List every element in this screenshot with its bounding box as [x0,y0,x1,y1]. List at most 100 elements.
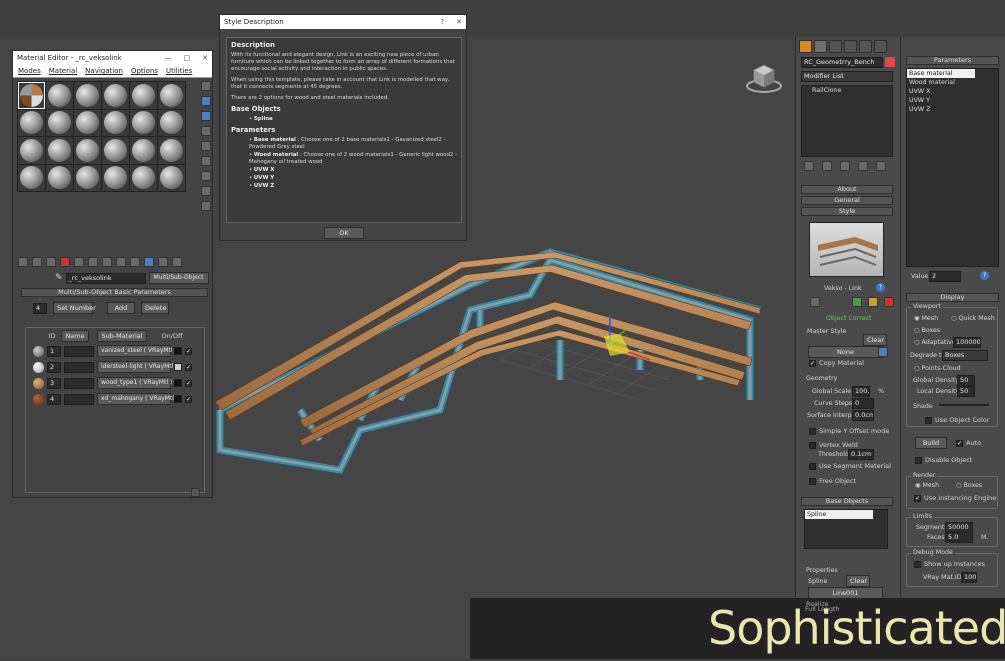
help-icon[interactable]: ? [876,283,885,292]
vertex-weld-checkbox[interactable] [809,441,816,449]
base-objects-rollout[interactable]: Base Objects [801,497,893,506]
disable-object-checkbox[interactable] [915,456,922,464]
background-icon[interactable] [201,111,211,121]
name-header[interactable]: Name [61,330,89,342]
backlight-icon[interactable] [201,96,211,106]
material-slot[interactable] [102,109,129,136]
multi-sub-rollout[interactable]: Multi/Sub-Object Basic Parameters [21,288,208,297]
options-icon[interactable] [201,171,211,181]
import-style-icon[interactable] [852,297,862,307]
make-unique-icon[interactable] [840,161,850,171]
sub-onoff-checkbox[interactable]: ✓ [185,347,192,355]
close-icon[interactable]: ✕ [456,18,462,26]
adaptative-field[interactable]: 100000 [953,337,981,348]
render-boxes-radio[interactable]: ○ Boxes [956,482,982,489]
reset-map-icon[interactable] [60,257,70,267]
points-cloud-radio[interactable]: ○ Points-Cloud [914,365,961,372]
surface-interp-field[interactable]: 0.0cm [852,410,874,421]
material-slot[interactable] [158,109,185,136]
mesh-radio[interactable]: ◉ Mesh [914,315,938,322]
material-slot[interactable] [46,137,73,164]
put-to-library-icon[interactable] [102,257,112,267]
sub-id[interactable]: 1 [47,345,61,357]
material-slot[interactable] [102,164,129,191]
sub-color[interactable] [174,363,182,371]
export-style-icon[interactable] [868,297,878,307]
set-number-button[interactable]: Set Number [53,302,96,314]
sub-onoff-checkbox[interactable]: ✓ [185,379,192,387]
instancing-checkbox[interactable]: ✓ [914,494,921,502]
global-density-field[interactable]: 50 [957,375,975,386]
select-by-material-icon[interactable] [201,186,211,196]
edit-style-icon[interactable] [810,297,820,307]
make-preview-icon[interactable] [201,156,211,166]
master-style-button[interactable]: None [808,346,883,358]
utilities-tab-icon[interactable] [874,40,887,53]
sub-name[interactable] [64,361,94,373]
degrade-dropdown[interactable]: Boxes [942,350,988,361]
show-instances-checkbox[interactable] [914,560,921,568]
simple-y-checkbox[interactable] [809,427,816,435]
param-item[interactable]: Wood material [907,78,998,87]
sub-id[interactable]: 4 [47,393,61,405]
display-rollout[interactable]: Display [906,293,999,302]
sample-type-icon[interactable] [201,81,211,91]
show-end-result-icon[interactable] [144,257,154,267]
hierarchy-tab-icon[interactable] [829,40,842,53]
close-icon[interactable]: ✕ [202,54,208,62]
material-type-button[interactable]: Multi/Sub-Object [148,272,209,284]
remove-style-icon[interactable] [884,297,894,307]
global-scale-field[interactable]: 100.0 [852,386,870,397]
material-slot[interactable] [130,137,157,164]
param-item[interactable]: UVW Y [907,96,998,105]
menu-options[interactable]: Options [131,67,158,75]
material-slot[interactable] [74,82,101,109]
prop-clear-button[interactable]: Clear [846,575,870,587]
go-to-parent-icon[interactable] [158,257,168,267]
pick-icon[interactable] [878,347,888,357]
material-slot[interactable] [130,164,157,191]
material-slot[interactable] [158,137,185,164]
material-name-field[interactable]: _rc_veksolink [65,272,146,284]
sub-name[interactable] [64,393,94,405]
remove-modifier-icon[interactable] [858,161,868,171]
uv-tiling-icon[interactable] [201,126,211,136]
use-object-color-checkbox[interactable] [925,416,932,424]
material-slot[interactable] [46,82,73,109]
sub-name[interactable] [64,345,94,357]
param-item[interactable]: Base material [907,69,975,78]
modify-tab-icon[interactable] [814,40,827,53]
show-end-result-icon[interactable] [822,161,832,171]
value-field[interactable]: 2 [929,271,961,282]
minimize-icon[interactable]: — [165,54,172,62]
add-button[interactable]: Add [107,302,135,314]
maximize-icon[interactable]: □ [184,54,191,62]
material-editor-titlebar[interactable]: Material Editor - _rc_veksolink — □ ✕ [13,51,212,65]
threshold-field[interactable]: 0.1cm [848,449,874,460]
navigator-icon[interactable] [201,201,211,211]
auto-checkbox[interactable]: ✓ [956,439,963,447]
material-slot[interactable] [18,164,45,191]
shade-slider[interactable] [939,404,989,406]
sub-material-button[interactable]: idersteel-light ( VRayMtl ) [97,361,178,373]
vray-matid-field[interactable]: 100 [961,572,977,583]
eyedropper-icon[interactable]: ✎ [55,273,63,283]
parameters-rollout[interactable]: Parameters [906,56,999,65]
object-name-field[interactable]: RC_Geometrry_Bench [801,57,883,68]
modifier-list-dropdown[interactable]: Modifier List [801,71,893,82]
style-description-dialog[interactable]: Style Description ? ✕ Description With it… [219,14,467,241]
help-icon[interactable]: ? [980,271,989,280]
menu-navigation[interactable]: Navigation [85,67,123,75]
motion-tab-icon[interactable] [844,40,857,53]
material-slot[interactable] [18,82,45,109]
use-segment-checkbox[interactable] [809,462,816,470]
sub-onoff-checkbox[interactable]: ✓ [185,363,192,371]
menu-modes[interactable]: Modes [18,67,41,75]
free-object-checkbox[interactable] [809,477,816,485]
render-mesh-radio[interactable]: ◉ Mesh [915,482,939,489]
material-slot[interactable] [18,137,45,164]
viewcube-icon[interactable] [745,60,783,94]
about-rollout[interactable]: About [801,185,893,194]
put-to-scene-icon[interactable] [32,257,42,267]
stack-item-railclone[interactable]: RailClone [802,86,892,95]
